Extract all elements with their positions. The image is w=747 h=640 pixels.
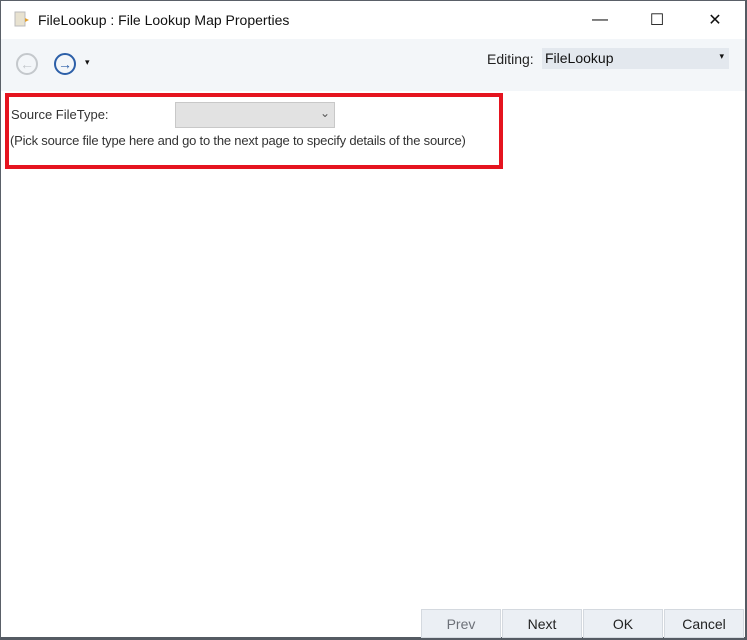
chevron-down-icon: ⌄ [319,106,330,120]
maximize-button[interactable]: ☐ [634,1,680,39]
source-filetype-label: Source FileType: [11,107,109,122]
hint-text: (Pick source file type here and go to th… [10,133,466,148]
ok-button[interactable]: OK [583,609,663,638]
cancel-button[interactable]: Cancel [664,609,744,638]
history-dropdown-icon[interactable]: ▾ [85,57,90,68]
chevron-down-icon: ▾ [719,51,724,61]
back-arrow-icon[interactable]: ← [16,53,38,75]
window-title: FileLookup : File Lookup Map Properties [38,12,290,28]
dialog-window: FileLookup : File Lookup Map Properties … [0,0,747,640]
title-bar: FileLookup : File Lookup Map Properties … [1,1,745,39]
forward-arrow-icon[interactable]: → [54,53,76,75]
editing-label: Editing: [487,51,534,67]
editing-select[interactable]: FileLookup ▾ [542,48,729,69]
editing-value: FileLookup [545,50,614,66]
app-icon [14,11,29,27]
source-filetype-select[interactable]: ⌄ [175,102,335,128]
prev-button[interactable]: Prev [421,609,501,638]
next-button[interactable]: Next [502,609,582,638]
close-button[interactable]: ✕ [692,1,738,39]
minimize-button[interactable]: — [577,1,623,39]
toolbar: ← → ▾ Editing: FileLookup ▾ [1,39,745,91]
